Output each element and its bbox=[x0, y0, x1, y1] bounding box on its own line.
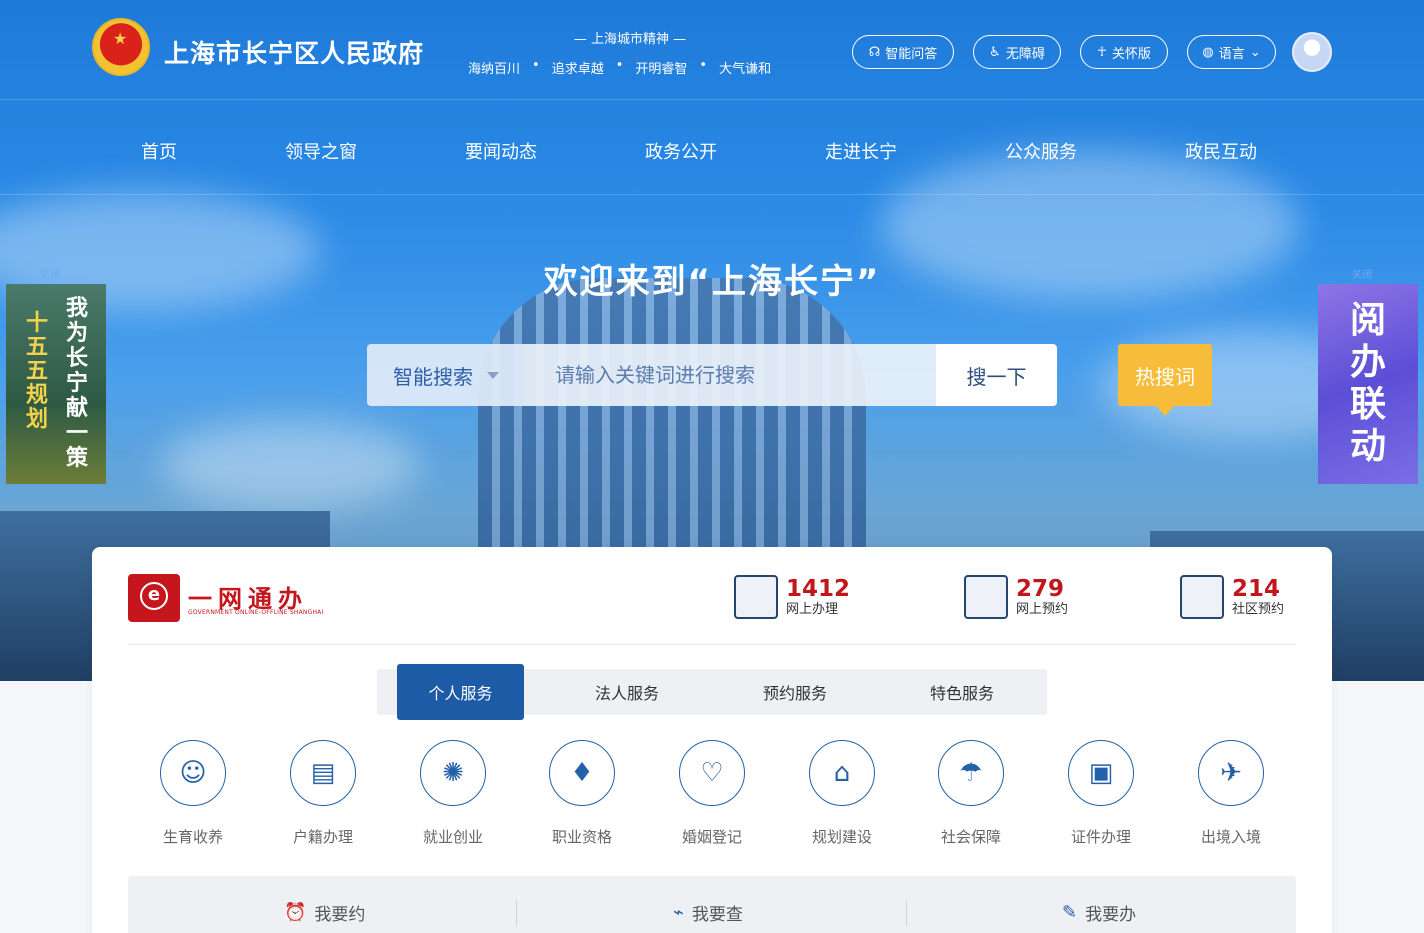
quick-actions: ⏰ 我要约 ⌁ 我要查 ✎ 我要办 bbox=[128, 876, 1296, 933]
tab-personal[interactable]: 个人服务 bbox=[397, 664, 524, 720]
service-birth[interactable]: ☺ 生育收养 bbox=[143, 740, 243, 847]
tab-appointment[interactable]: 预约服务 bbox=[725, 669, 865, 715]
language-button[interactable]: ◍ 语言 ⌄ bbox=[1187, 35, 1276, 69]
lightbulb-icon: ✺ bbox=[420, 740, 486, 806]
smart-qa-button[interactable]: ☊ 智能问答 bbox=[852, 35, 954, 69]
service-exit-entry[interactable]: ✈ 出境入境 bbox=[1181, 740, 1281, 847]
ywtb-logo-icon: e bbox=[128, 574, 180, 622]
hearts-icon: ♡ bbox=[679, 740, 745, 806]
tab-legal[interactable]: 法人服务 bbox=[557, 669, 697, 715]
nav-item-about[interactable]: 走进长宁 bbox=[825, 138, 897, 164]
spirit-list: 海纳百川 • 追求卓越 • 开明睿智 • 大气谦和 bbox=[468, 58, 772, 77]
banner-text: 阅办联动 bbox=[1349, 300, 1386, 467]
elder-icon: ☥ bbox=[1097, 44, 1107, 60]
service-employment[interactable]: ✺ 就业创业 bbox=[403, 740, 503, 847]
close-left-banner[interactable]: 关闭 bbox=[40, 266, 60, 281]
hot-search-button[interactable]: 热搜词 bbox=[1118, 344, 1212, 416]
divider bbox=[128, 644, 1296, 645]
stat-online[interactable]: 1412 网上办理 bbox=[734, 575, 850, 619]
user-avatar[interactable] bbox=[1292, 32, 1332, 72]
plane-icon: ✈ bbox=[1198, 740, 1264, 806]
id-card-icon: ▤ bbox=[290, 740, 356, 806]
banner-text: 我为长宁献一策 bbox=[65, 296, 88, 471]
document-icon bbox=[964, 575, 1008, 619]
nav-item-interaction[interactable]: 政民互动 bbox=[1185, 138, 1257, 164]
tab-featured[interactable]: 特色服务 bbox=[892, 669, 1032, 715]
stat-community[interactable]: 214 社区预约 bbox=[1180, 575, 1284, 619]
quick-appointment[interactable]: ⏰ 我要约 bbox=[284, 900, 365, 925]
main-nav: 首页 领导之窗 要闻动态 政务公开 走进长宁 公众服务 政民互动 bbox=[0, 100, 1424, 195]
search-bar: 智能搜索 搜一下 bbox=[367, 344, 1057, 406]
chevron-down-icon: ⌄ bbox=[1249, 44, 1261, 60]
ywtb-subtitle: GOVERNMENT ONLINE-OFFLINE SHANGHAI bbox=[188, 609, 324, 616]
search-button[interactable]: 搜一下 bbox=[936, 344, 1057, 406]
tie-icon: ♦ bbox=[549, 740, 615, 806]
spirit-item: 海纳百川 bbox=[468, 62, 521, 77]
right-side-banner[interactable]: 阅办联动 bbox=[1318, 284, 1418, 484]
service-planning[interactable]: ⌂ 规划建设 bbox=[792, 740, 892, 847]
top-bar: ★ 上海市长宁区人民政府 — 上海城市精神 — 海纳百川 • 追求卓越 • 开明睿智… bbox=[0, 0, 1424, 100]
headset-icon: ☊ bbox=[868, 44, 881, 60]
crane-icon: ⌂ bbox=[809, 740, 875, 806]
divider bbox=[516, 900, 517, 926]
service-marriage[interactable]: ♡ 婚姻登记 bbox=[662, 740, 762, 847]
search-input[interactable] bbox=[523, 344, 936, 406]
service-qualification[interactable]: ♦ 职业资格 bbox=[532, 740, 632, 847]
wheelchair-icon: ♿ bbox=[989, 44, 1001, 60]
spirit-item: 追求卓越 bbox=[551, 62, 604, 77]
badge-icon: ▣ bbox=[1068, 740, 1134, 806]
service-social-security[interactable]: ☂ 社会保障 bbox=[921, 740, 1021, 847]
quick-handle[interactable]: ✎ 我要办 bbox=[1062, 900, 1136, 925]
alarm-icon: ⏰ bbox=[284, 902, 307, 923]
nav-item-public-service[interactable]: 公众服务 bbox=[1005, 138, 1077, 164]
service-tabs: 个人服务 法人服务 预约服务 特色服务 bbox=[377, 664, 1047, 720]
elder-mode-button[interactable]: ☥ 关怀版 bbox=[1080, 35, 1168, 69]
left-side-banner[interactable]: 十五五规划 我为长宁献一策 bbox=[6, 284, 106, 484]
person-icon: ✎ bbox=[1062, 902, 1078, 923]
nav-item-leaders[interactable]: 领导之窗 bbox=[285, 138, 357, 164]
quick-query[interactable]: ⌁ 我要查 bbox=[673, 900, 743, 925]
spirit-title: — 上海城市精神 — bbox=[573, 32, 687, 47]
site-title[interactable]: 上海市长宁区人民政府 bbox=[164, 34, 424, 70]
nav-item-home[interactable]: 首页 bbox=[141, 138, 177, 164]
ywtb-card: e 一网通办 GOVERNMENT ONLINE-OFFLINE SHANGHA… bbox=[92, 547, 1332, 933]
spirit-item: 开明睿智 bbox=[635, 62, 688, 77]
national-emblem-icon: ★ bbox=[92, 18, 150, 76]
community-icon bbox=[1180, 575, 1224, 619]
baby-icon: ☺ bbox=[160, 740, 226, 806]
caret-down-icon bbox=[487, 371, 499, 379]
chart-icon: ⌁ bbox=[673, 902, 684, 923]
service-household[interactable]: ▤ 户籍办理 bbox=[273, 740, 373, 847]
nav-item-news[interactable]: 要闻动态 bbox=[465, 138, 537, 164]
nav-item-open-gov[interactable]: 政务公开 bbox=[645, 138, 717, 164]
service-certificate[interactable]: ▣ 证件办理 bbox=[1051, 740, 1151, 847]
divider bbox=[906, 900, 907, 926]
spirit-item: 大气谦和 bbox=[719, 62, 772, 77]
welcome-title: 欢迎来到“上海长宁” bbox=[543, 262, 881, 302]
stat-appointment[interactable]: 279 网上预约 bbox=[964, 575, 1068, 619]
accessibility-button[interactable]: ♿ 无障碍 bbox=[973, 35, 1061, 69]
umbrella-icon: ☂ bbox=[938, 740, 1004, 806]
cloud bbox=[160, 420, 420, 510]
close-right-banner[interactable]: 关闭 bbox=[1352, 266, 1372, 281]
computer-icon bbox=[734, 575, 778, 619]
globe-icon: ◍ bbox=[1202, 44, 1214, 60]
banner-text: 十五五规划 bbox=[25, 311, 48, 432]
search-type-select[interactable]: 智能搜索 bbox=[367, 344, 523, 406]
